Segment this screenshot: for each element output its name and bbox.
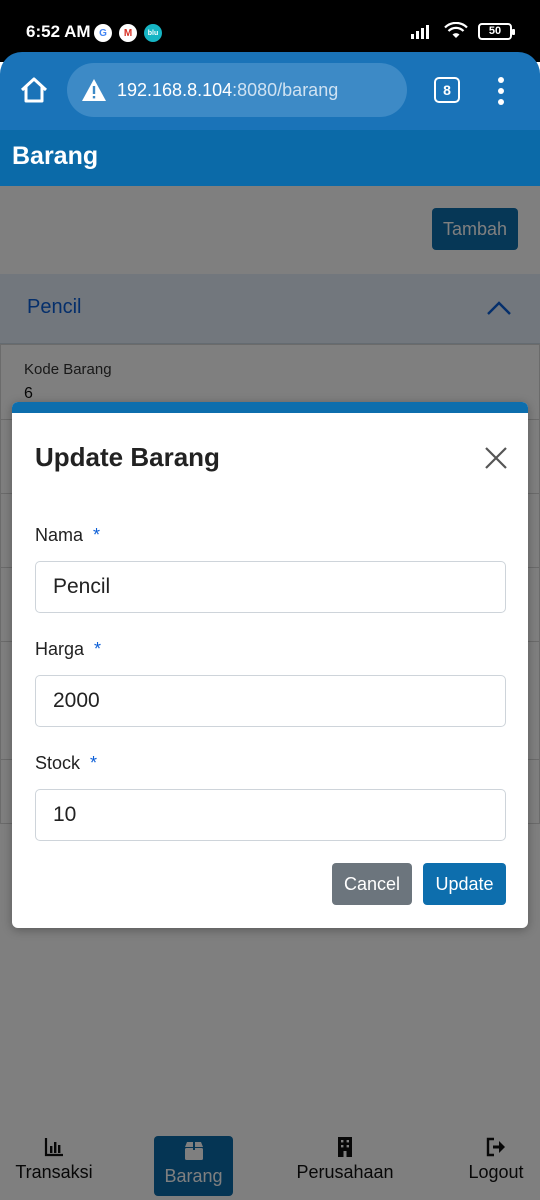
tab-switcher-button[interactable]: 8 bbox=[434, 77, 460, 103]
stock-label: Stock * bbox=[35, 753, 97, 774]
update-button[interactable]: Update bbox=[423, 863, 506, 905]
status-indicators: 50 bbox=[410, 22, 515, 40]
url-bar[interactable]: 192.168.8.104 :8080/barang bbox=[67, 63, 407, 117]
harga-field[interactable] bbox=[35, 675, 506, 727]
status-time: 6:52 AM bbox=[26, 22, 91, 41]
modal-accent-bar bbox=[12, 402, 528, 413]
required-marker: * bbox=[93, 525, 101, 545]
update-barang-modal: Update Barang Nama * Harga * Stock * Cancel… bbox=[12, 402, 528, 928]
harga-label: Harga * bbox=[35, 639, 101, 660]
nama-label: Nama * bbox=[35, 525, 100, 546]
signal-icon bbox=[411, 25, 429, 39]
stock-label-text: Stock bbox=[35, 753, 81, 773]
warning-icon[interactable] bbox=[81, 78, 107, 102]
wifi-icon bbox=[444, 22, 468, 38]
gmail-notification-icon: M bbox=[119, 24, 137, 42]
google-notification-icon: G bbox=[94, 24, 112, 42]
more-vert-icon[interactable] bbox=[492, 76, 510, 106]
url-path: :8080/barang bbox=[232, 79, 339, 100]
page-title: Barang bbox=[12, 142, 99, 170]
nama-field[interactable] bbox=[35, 561, 506, 613]
battery-level: 50 bbox=[488, 25, 502, 37]
cancel-button[interactable]: Cancel bbox=[332, 863, 412, 905]
harga-label-text: Harga bbox=[35, 639, 85, 659]
stock-field[interactable] bbox=[35, 789, 506, 841]
nama-label-text: Nama bbox=[35, 525, 84, 545]
required-marker: * bbox=[90, 753, 98, 773]
close-icon[interactable] bbox=[482, 444, 510, 472]
app-header: Barang bbox=[0, 130, 540, 186]
browser-toolbar: 192.168.8.104 :8080/barang 8 bbox=[0, 52, 540, 130]
url-host: 192.168.8.104 bbox=[117, 79, 233, 100]
modal-title: Update Barang bbox=[35, 442, 220, 472]
blu-notification-icon: blu bbox=[144, 24, 162, 42]
required-marker: * bbox=[94, 639, 102, 659]
battery-icon: 50 bbox=[478, 22, 515, 40]
home-icon[interactable] bbox=[18, 74, 50, 106]
